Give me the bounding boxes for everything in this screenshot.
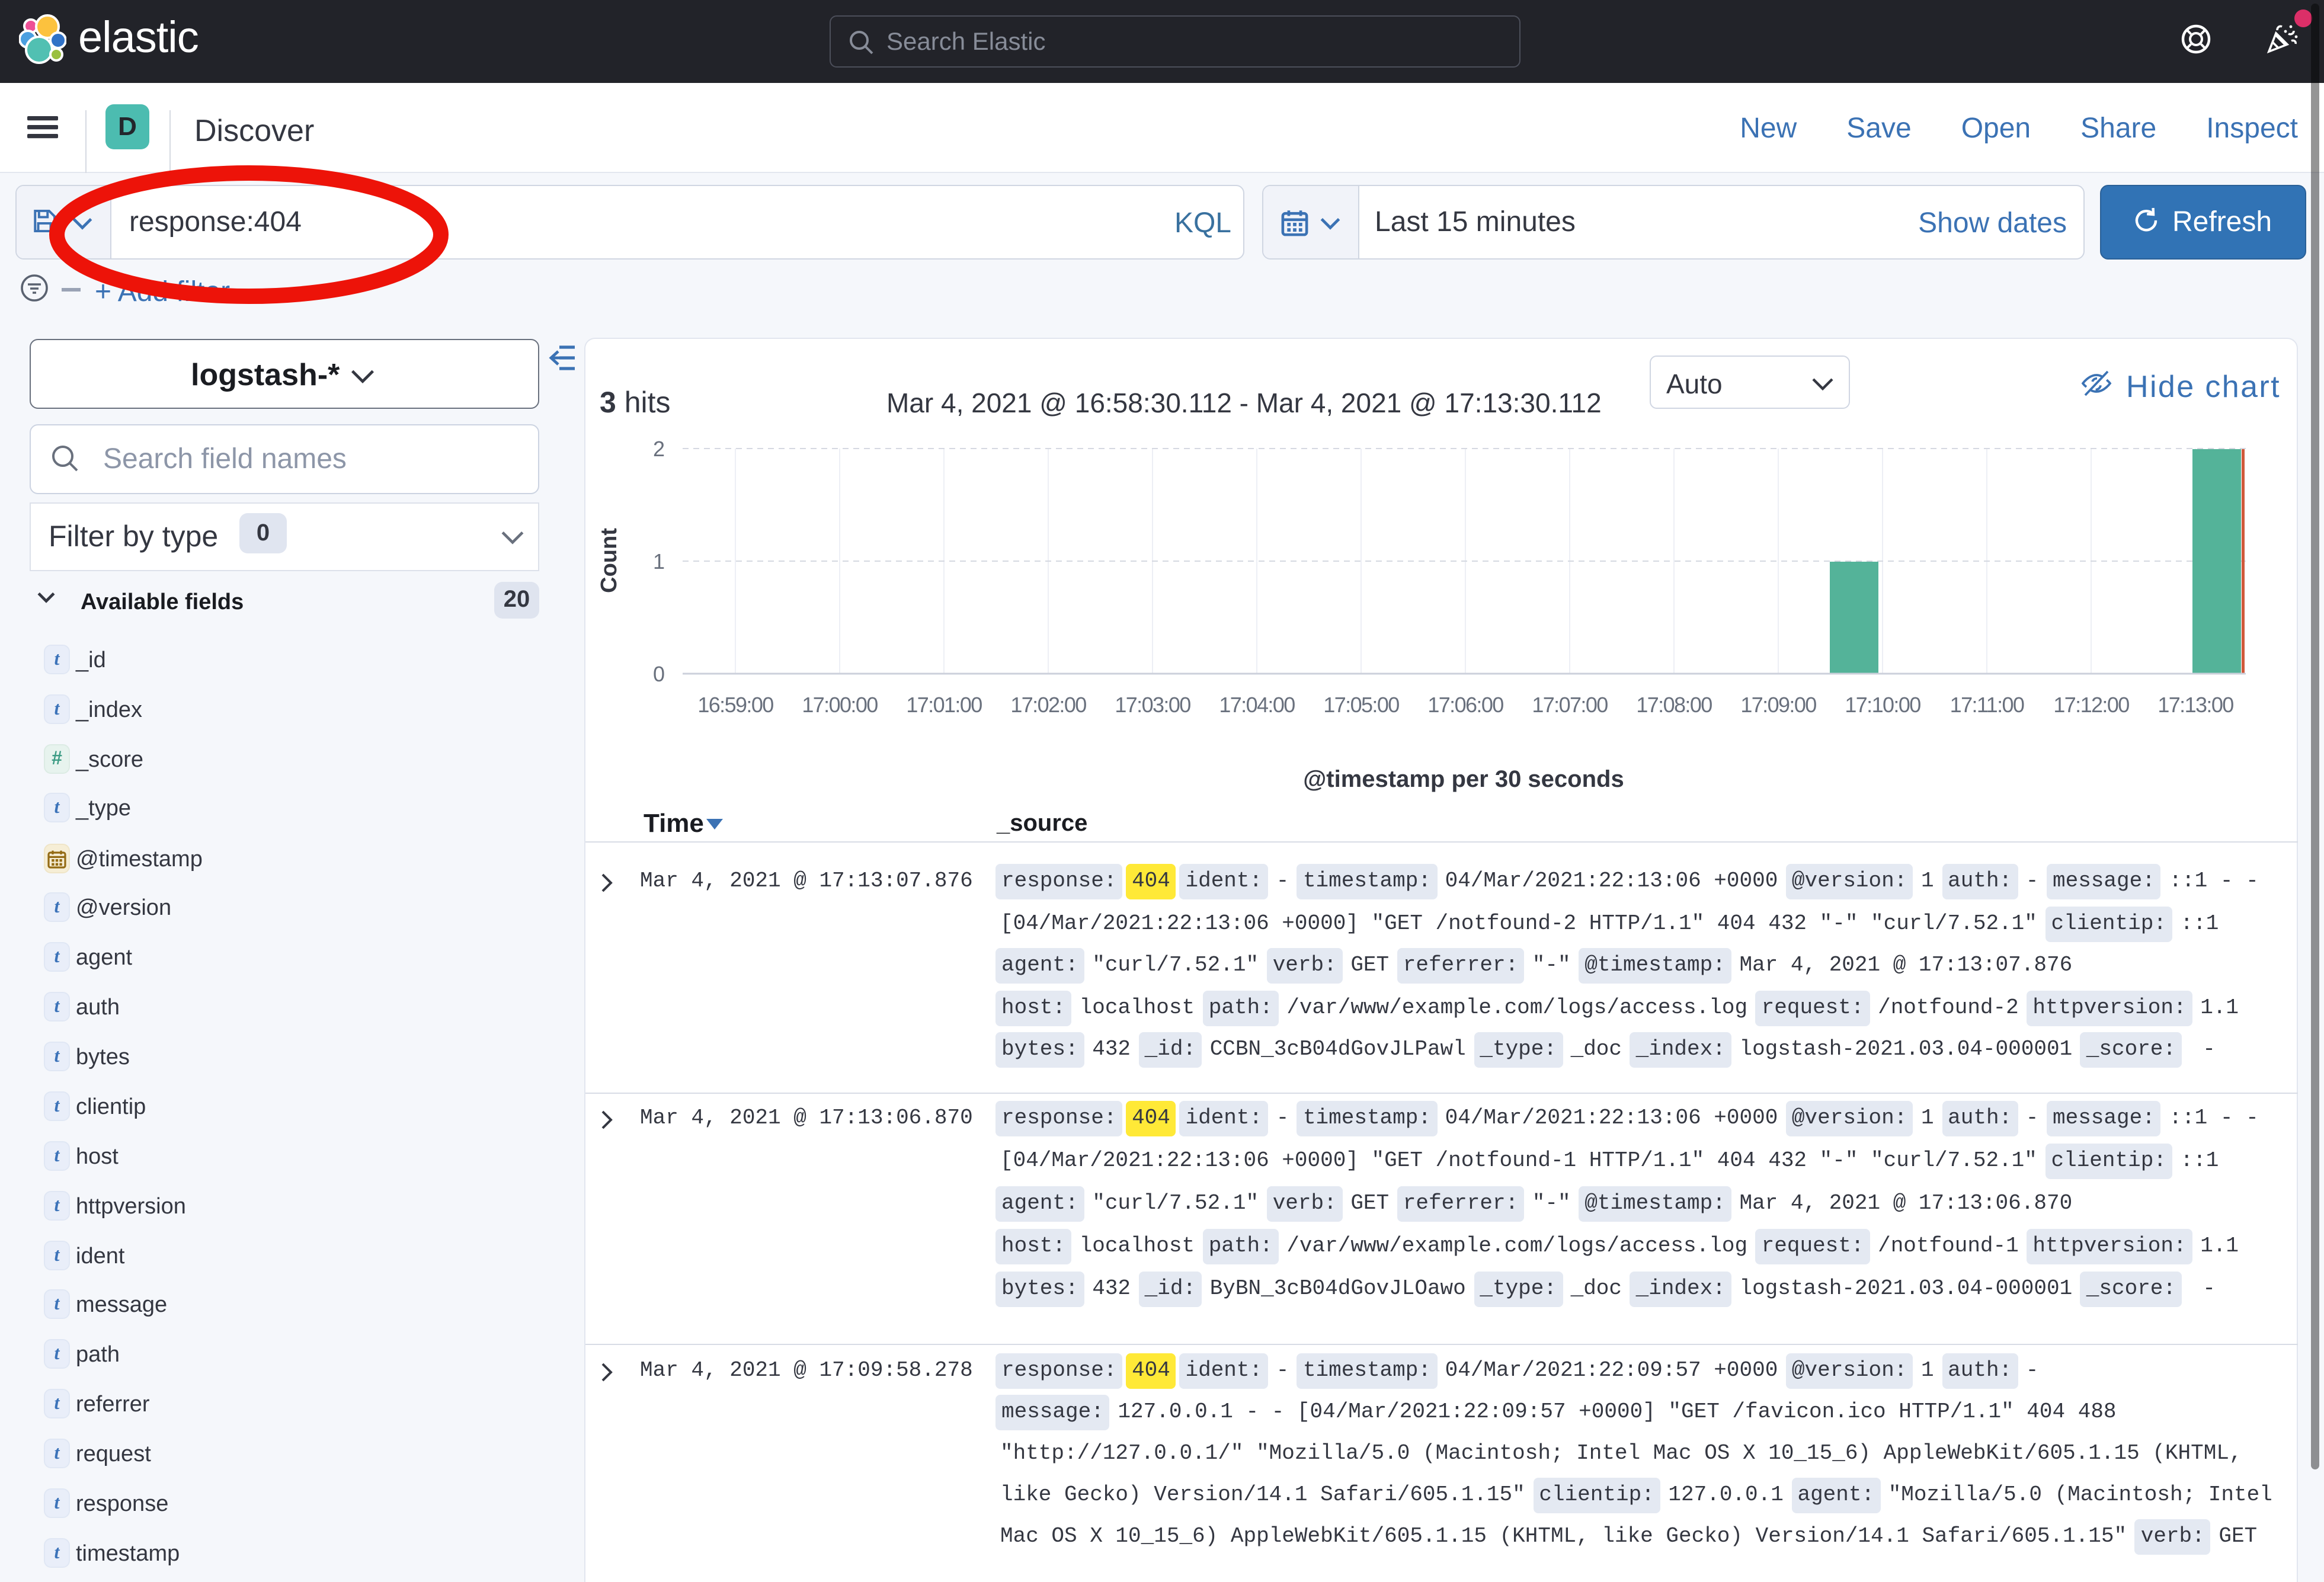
svg-text:1: 1 <box>653 549 665 574</box>
svg-text:17:10:00: 17:10:00 <box>1845 693 1920 717</box>
svg-text:17:04:00: 17:04:00 <box>1219 693 1295 717</box>
svg-text:17:08:00: 17:08:00 <box>1636 693 1712 717</box>
svg-text:17:11:00: 17:11:00 <box>1950 693 2024 717</box>
svg-text:17:01:00: 17:01:00 <box>906 693 982 717</box>
svg-text:Count: Count <box>597 528 622 593</box>
svg-text:16:59:00: 16:59:00 <box>697 693 773 717</box>
svg-text:@timestamp per 30 seconds: @timestamp per 30 seconds <box>1303 766 1624 792</box>
svg-text:17:05:00: 17:05:00 <box>1323 693 1399 717</box>
svg-text:17:02:00: 17:02:00 <box>1010 693 1086 717</box>
svg-text:17:13:00: 17:13:00 <box>2157 693 2233 717</box>
svg-text:17:03:00: 17:03:00 <box>1115 693 1190 717</box>
svg-text:17:00:00: 17:00:00 <box>802 693 878 717</box>
svg-text:17:07:00: 17:07:00 <box>1532 693 1608 717</box>
svg-text:0: 0 <box>653 662 665 686</box>
svg-text:17:12:00: 17:12:00 <box>2053 693 2129 717</box>
svg-text:17:06:00: 17:06:00 <box>1427 693 1503 717</box>
svg-text:17:09:00: 17:09:00 <box>1740 693 1816 717</box>
svg-text:2: 2 <box>653 437 665 461</box>
